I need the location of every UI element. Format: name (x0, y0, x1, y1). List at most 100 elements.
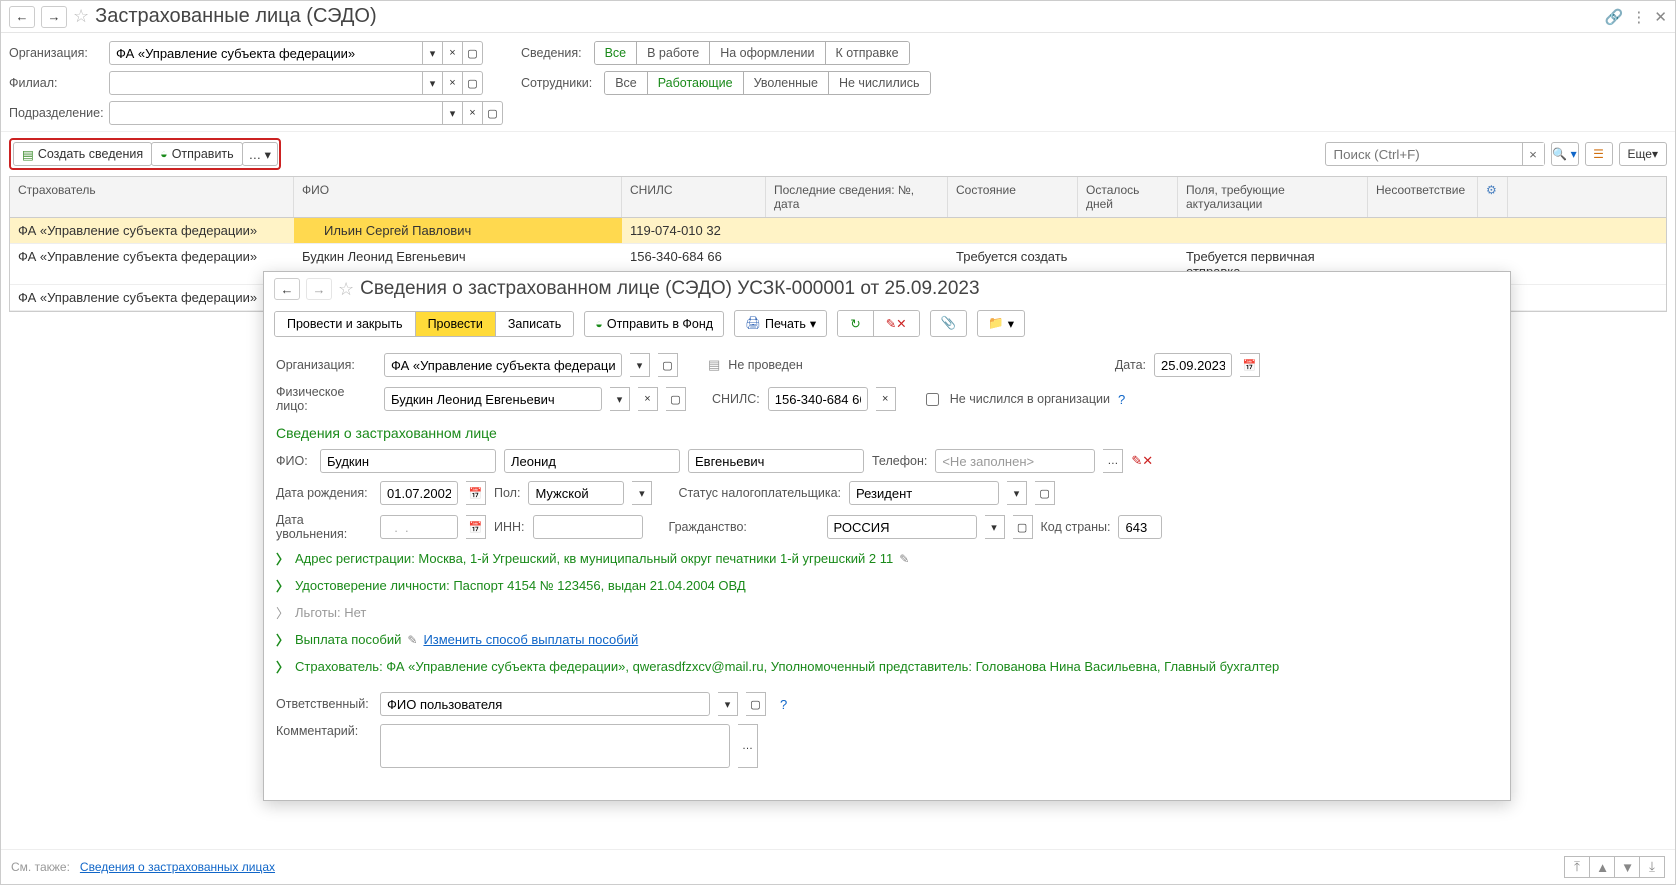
resp-input[interactable] (380, 692, 710, 716)
phone-input[interactable] (935, 449, 1095, 473)
edit-pencil-red-icon[interactable]: ✎✕ (1131, 453, 1153, 469)
open-icon[interactable]: ▢ (463, 71, 483, 95)
send-fund-button[interactable]: ◒ Отправить в Фонд (584, 311, 724, 337)
link-icon[interactable]: 🔗 (1605, 8, 1624, 26)
calendar-icon[interactable]: 📅 (466, 515, 486, 539)
dropdown-icon[interactable]: ▾ (443, 101, 463, 125)
address-line[interactable]: 〉 Адрес регистрации: Москва, 1-й Угрешск… (276, 549, 1498, 568)
structure-button[interactable]: 📁 ▾ (977, 310, 1025, 337)
more-menu-button[interactable]: … ▾ (242, 142, 278, 166)
more-button[interactable]: Еще ▾ (1619, 142, 1667, 166)
report-button[interactable]: ☰ (1585, 142, 1613, 166)
country-code-input[interactable] (1118, 515, 1162, 539)
nav-back-button[interactable]: ← (9, 6, 35, 28)
sotr-tab-fired[interactable]: Уволенные (744, 72, 829, 94)
send-button[interactable]: ◒ Отправить (151, 142, 243, 166)
open-icon[interactable]: ▢ (1013, 515, 1033, 539)
open-icon[interactable]: ▢ (483, 101, 503, 125)
name-input[interactable] (504, 449, 680, 473)
card-star-icon[interactable]: ☆ (338, 279, 354, 300)
clear-icon[interactable]: × (443, 71, 463, 95)
col-days[interactable]: Осталось дней (1078, 177, 1178, 217)
sotr-tab-working[interactable]: Работающие (648, 72, 744, 94)
person-input[interactable] (384, 387, 602, 411)
clear-icon[interactable]: × (876, 387, 896, 411)
benefits-line[interactable]: 〉 Льготы: Нет (276, 603, 1498, 622)
col-settings[interactable]: ⚙ (1478, 177, 1508, 217)
sotr-tab-notlisted[interactable]: Не числились (829, 72, 930, 94)
help-icon[interactable]: ? (780, 697, 787, 712)
col-state[interactable]: Состояние (948, 177, 1078, 217)
dropdown-icon[interactable]: ▾ (718, 692, 738, 716)
help-icon[interactable]: ? (1118, 392, 1125, 407)
open-icon[interactable]: ▢ (746, 692, 766, 716)
open-icon[interactable]: ▢ (1035, 481, 1055, 505)
clear-icon[interactable]: × (638, 387, 658, 411)
card-nav-forward[interactable]: → (306, 278, 332, 300)
sved-tab-all[interactable]: Все (595, 42, 638, 64)
patronymic-input[interactable] (688, 449, 864, 473)
col-fields[interactable]: Поля, требующие актуализации (1178, 177, 1368, 217)
nav-down-button[interactable]: ▼ (1614, 856, 1640, 878)
change-pay-link[interactable]: Изменить способ выплаты пособий (423, 632, 638, 647)
favorite-star-icon[interactable]: ☆ (73, 6, 89, 27)
kebab-icon[interactable]: ⋮ (1631, 8, 1646, 26)
sex-input[interactable] (528, 481, 624, 505)
ellipsis-icon[interactable]: … (738, 724, 758, 768)
identity-line[interactable]: 〉 Удостоверение личности: Паспорт 4154 №… (276, 576, 1498, 595)
calendar-icon[interactable]: 📅 (466, 481, 486, 505)
not-listed-checkbox[interactable] (926, 393, 939, 406)
print-button[interactable]: 🖨 Печать ▾ (734, 310, 827, 337)
dept-combo[interactable] (109, 101, 443, 125)
card-org-input[interactable] (384, 353, 622, 377)
col-insurer[interactable]: Страхователь (10, 177, 294, 217)
open-icon[interactable]: ▢ (666, 387, 686, 411)
attach-button[interactable]: 📎 (930, 310, 968, 337)
dropdown-icon[interactable]: ▾ (632, 481, 652, 505)
snils-input[interactable] (768, 387, 868, 411)
card-date-input[interactable] (1154, 353, 1232, 377)
sved-tab-inwork[interactable]: В работе (637, 42, 710, 64)
save-button[interactable]: Записать (496, 312, 573, 336)
dropdown-icon[interactable]: ▾ (423, 41, 443, 65)
taxstatus-input[interactable] (849, 481, 999, 505)
insurer-line[interactable]: 〉 Страхователь: ФА «Управление субъекта … (276, 657, 1498, 676)
dropdown-icon[interactable]: ▾ (423, 71, 443, 95)
edit-pencil-icon[interactable]: ✎ (407, 633, 417, 647)
card-nav-back[interactable]: ← (274, 278, 300, 300)
dropdown-icon[interactable]: ▾ (630, 353, 650, 377)
col-mismatch[interactable]: Несоответствие (1368, 177, 1478, 217)
dob-input[interactable] (380, 481, 458, 505)
sved-tab-draft[interactable]: На оформлении (710, 42, 825, 64)
comment-input[interactable] (380, 724, 730, 768)
open-icon[interactable]: ▢ (658, 353, 678, 377)
col-fio[interactable]: ФИО (294, 177, 622, 217)
col-last[interactable]: Последние сведения: №, дата (766, 177, 948, 217)
refresh-button[interactable]: ↻ (838, 311, 873, 336)
edit-pencil-icon[interactable]: ✎ (899, 552, 909, 566)
col-snils[interactable]: СНИЛС (622, 177, 766, 217)
nav-last-button[interactable]: ⤓ (1639, 856, 1665, 878)
nav-up-button[interactable]: ▲ (1589, 856, 1615, 878)
calendar-icon[interactable]: 📅 (1240, 353, 1260, 377)
create-button[interactable]: ▤ Создать сведения (13, 142, 152, 166)
dropdown-icon[interactable]: ▾ (1007, 481, 1027, 505)
clear-icon[interactable]: × (463, 101, 483, 125)
surname-input[interactable] (320, 449, 496, 473)
search-clear-button[interactable]: × (1522, 143, 1544, 165)
post-close-button[interactable]: Провести и закрыть (275, 312, 416, 336)
inn-input[interactable] (533, 515, 643, 539)
open-icon[interactable]: ▢ (463, 41, 483, 65)
ellipsis-icon[interactable]: … (1103, 449, 1123, 473)
dropdown-icon[interactable]: ▾ (610, 387, 630, 411)
search-input[interactable] (1325, 142, 1545, 166)
citizenship-input[interactable] (827, 515, 977, 539)
table-row[interactable]: ФА «Управление субъекта федерации» Ильин… (10, 218, 1666, 244)
nav-first-button[interactable]: ⤒ (1564, 856, 1590, 878)
see-also-link[interactable]: Сведения о застрахованных лицах (80, 860, 275, 874)
close-icon[interactable]: ✕ (1654, 8, 1667, 26)
pay-line[interactable]: 〉 Выплата пособий ✎ Изменить способ выпл… (276, 630, 1498, 649)
sotr-tab-all[interactable]: Все (605, 72, 648, 94)
dismiss-input[interactable] (380, 515, 458, 539)
org-combo[interactable] (109, 41, 423, 65)
